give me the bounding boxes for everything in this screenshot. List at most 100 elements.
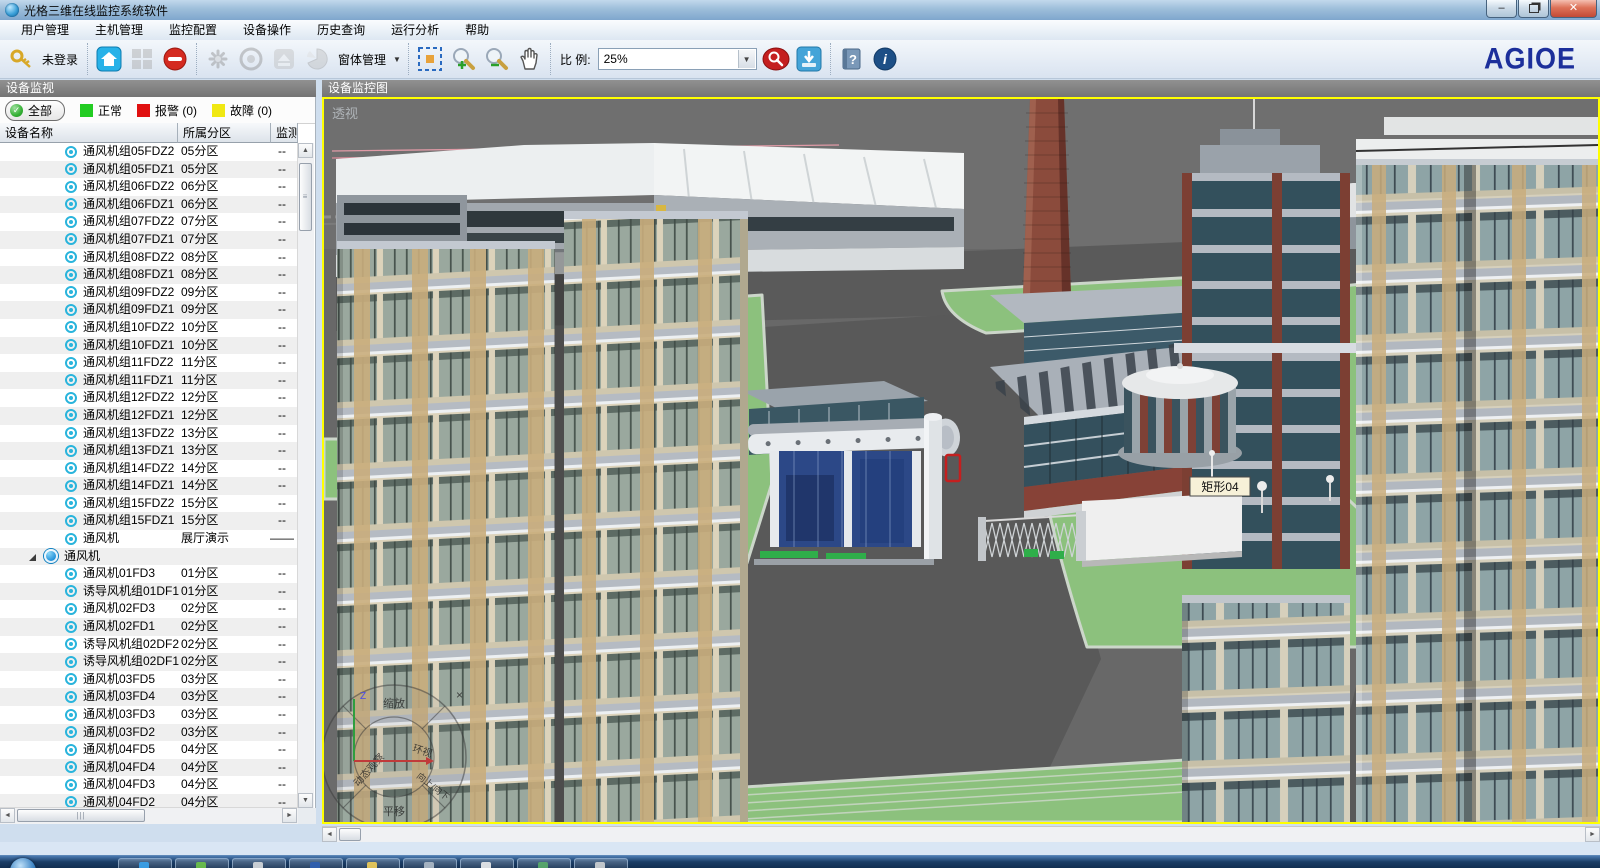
table-row[interactable]: 通风机组09FDZ209分区-- [0, 284, 298, 302]
scale-combobox[interactable]: 25% ▼ [598, 48, 757, 70]
taskbar-button-1[interactable] [118, 858, 172, 868]
about-button[interactable]: i [871, 45, 899, 73]
table-row[interactable]: 通风机组10FDZ210分区-- [0, 319, 298, 337]
table-row[interactable]: 通风机组08FDZ208分区-- [0, 249, 298, 267]
table-row[interactable]: 通风机03FD403分区-- [0, 688, 298, 706]
pie-icon[interactable] [303, 45, 331, 73]
filter-normal[interactable]: 正常 [80, 102, 122, 119]
table-row[interactable]: 通风机展厅演示—— [0, 530, 298, 548]
table-row[interactable]: 通风机03FD203分区-- [0, 724, 298, 742]
window-manage-label[interactable]: 窗体管理 [336, 51, 388, 68]
table-row[interactable]: 通风机01FD301分区-- [0, 565, 298, 583]
taskbar-button-5[interactable] [346, 858, 400, 868]
combo-dropdown-icon[interactable]: ▼ [738, 50, 755, 68]
table-row[interactable]: 通风机组11FDZ211分区-- [0, 354, 298, 372]
scrollbar-thumb[interactable]: ||| [17, 809, 145, 822]
table-row[interactable]: 诱导风机组01DF101分区-- [0, 583, 298, 601]
table-row[interactable]: 通风机组08FDZ108分区-- [0, 266, 298, 284]
scrollbar-thumb[interactable] [339, 828, 361, 841]
table-row[interactable]: 通风机组14FDZ114分区-- [0, 477, 298, 495]
zoom-out-button[interactable] [482, 45, 510, 73]
table-row[interactable]: 通风机03FD303分区-- [0, 706, 298, 724]
table-row[interactable]: 通风机03FD503分区-- [0, 671, 298, 689]
zoom-in-button[interactable] [449, 45, 477, 73]
scroll-right-icon[interactable]: ► [1585, 827, 1600, 842]
home-button[interactable] [95, 45, 123, 73]
taskbar-button-7[interactable] [460, 858, 514, 868]
select-region-button[interactable] [416, 45, 444, 73]
column-device-name[interactable]: 设备名称 [0, 123, 178, 143]
table-row[interactable]: 通风机组13FDZ113分区-- [0, 442, 298, 460]
taskbar-button-3[interactable] [232, 858, 286, 868]
menu-item-6[interactable]: 运行分析 [378, 20, 452, 40]
horizontal-scrollbar-left[interactable]: ◄ ||| ► [0, 807, 298, 824]
export-button[interactable] [795, 45, 823, 73]
scroll-left-icon[interactable]: ◄ [0, 808, 15, 823]
monitor-viewport[interactable]: 矩形04 × 缩放 动态观察 环视 向上/向下 平移 Z 透 [322, 97, 1600, 824]
help-button[interactable]: ? [838, 45, 866, 73]
table-row[interactable]: 通风机组15FDZ215分区-- [0, 495, 298, 513]
table-row[interactable]: 通风机组15FDZ115分区-- [0, 512, 298, 530]
menu-item-1[interactable]: 用户管理 [8, 20, 82, 40]
stop-button[interactable] [161, 45, 189, 73]
table-row[interactable]: 通风机02FD102分区-- [0, 618, 298, 636]
scrollbar-thumb[interactable]: ≡ [299, 163, 312, 231]
scroll-right-icon[interactable]: ► [282, 808, 297, 823]
taskbar-button-6[interactable] [403, 858, 457, 868]
scroll-down-icon[interactable]: ▼ [298, 793, 313, 808]
menu-item-3[interactable]: 监控配置 [156, 20, 230, 40]
login-key-icon[interactable] [7, 45, 35, 73]
taskbar-button-8[interactable] [517, 858, 571, 868]
filter-fault[interactable]: 故障 (0) [212, 102, 272, 119]
scroll-up-icon[interactable]: ▲ [298, 143, 313, 158]
table-row[interactable]: 通风机组10FDZ110分区-- [0, 337, 298, 355]
layout-button[interactable] [128, 45, 156, 73]
table-row[interactable]: 通风机04FD304分区-- [0, 776, 298, 794]
table-row[interactable]: 通风机组11FDZ111分区-- [0, 372, 298, 390]
table-row[interactable]: 通风机组07FDZ207分区-- [0, 213, 298, 231]
taskbar-button-9[interactable] [574, 858, 628, 868]
table-row[interactable]: 诱导风机组02DF202分区-- [0, 636, 298, 654]
horizontal-scrollbar-right[interactable]: ◄ ► [322, 826, 1600, 843]
filter-all-button[interactable]: ✓ 全部 [5, 100, 65, 121]
taskbar-button-2[interactable] [175, 858, 229, 868]
zoom-region-button[interactable] [762, 45, 790, 73]
device-group-row[interactable]: 通风机 [0, 548, 298, 566]
table-row[interactable]: 通风机组06FDZ106分区-- [0, 196, 298, 214]
table-row[interactable]: 通风机04FD204分区-- [0, 794, 298, 808]
login-status-label[interactable]: 未登录 [40, 51, 80, 68]
vertical-scrollbar[interactable]: ▲ ≡ ▼ [297, 143, 314, 808]
column-monitor[interactable]: 监测 [271, 123, 298, 143]
expand-triangle-icon[interactable] [29, 554, 36, 561]
table-row[interactable]: 通风机组06FDZ206分区-- [0, 178, 298, 196]
navigation-wheel[interactable]: × 缩放 动态观察 环视 向上/向下 平移 [324, 685, 466, 822]
restore-button[interactable] [1518, 0, 1549, 18]
wheel-icon[interactable] [237, 45, 265, 73]
filter-alarm[interactable]: 报警 (0) [137, 102, 197, 119]
table-row[interactable]: 通风机04FD504分区-- [0, 741, 298, 759]
table-row[interactable]: 通风机组14FDZ214分区-- [0, 460, 298, 478]
table-row[interactable]: 通风机组12FDZ112分区-- [0, 407, 298, 425]
scroll-left-icon[interactable]: ◄ [322, 827, 337, 842]
scene-3d[interactable]: 矩形04 × 缩放 动态观察 环视 向上/向下 平移 Z [324, 99, 1598, 822]
table-row[interactable]: 通风机组05FDZ105分区-- [0, 161, 298, 179]
table-row[interactable]: 通风机组09FDZ109分区-- [0, 301, 298, 319]
minimize-button[interactable]: – [1486, 0, 1517, 18]
table-row[interactable]: 通风机组07FDZ107分区-- [0, 231, 298, 249]
menu-item-2[interactable]: 主机管理 [82, 20, 156, 40]
table-row[interactable]: 通风机组13FDZ213分区-- [0, 425, 298, 443]
column-zone[interactable]: 所属分区 [178, 123, 271, 143]
window-manage-dropdown-icon[interactable]: ▼ [393, 55, 401, 64]
table-row[interactable]: 通风机04FD404分区-- [0, 759, 298, 777]
eject-icon[interactable] [270, 45, 298, 73]
start-button[interactable] [10, 858, 36, 868]
menu-item-5[interactable]: 历史查询 [304, 20, 378, 40]
pan-hand-icon[interactable] [515, 45, 543, 73]
table-row[interactable]: 诱导风机组02DF102分区-- [0, 653, 298, 671]
table-row[interactable]: 通风机02FD302分区-- [0, 600, 298, 618]
taskbar-button-4[interactable] [289, 858, 343, 868]
close-button[interactable]: ✕ [1550, 0, 1597, 18]
menu-item-4[interactable]: 设备操作 [230, 20, 304, 40]
menu-item-7[interactable]: 帮助 [452, 20, 502, 40]
fan-icon[interactable] [204, 45, 232, 73]
